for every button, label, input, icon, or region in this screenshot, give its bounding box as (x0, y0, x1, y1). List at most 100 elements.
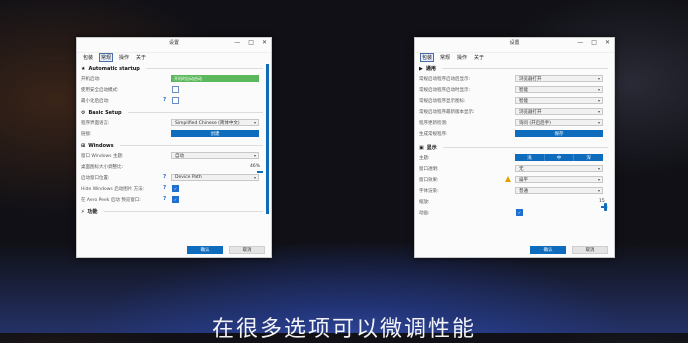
chevron-down-icon: ▾ (597, 109, 600, 114)
setting-row: 链接: 创建 (81, 128, 263, 139)
chevron-down-icon: ▾ (253, 120, 256, 125)
section-header: ★ Automatic startup (81, 64, 263, 73)
animation-checkbox[interactable] (516, 209, 523, 216)
theme-segmented-control[interactable]: 浅 中 深 (515, 154, 603, 161)
chevron-down-icon: ▾ (597, 98, 600, 103)
star-icon: ★ (81, 65, 86, 72)
title-bar: 设置 — □ ✕ (415, 38, 614, 53)
cancel-button[interactable]: 取消 (229, 246, 265, 254)
scrollbar[interactable] (266, 64, 269, 214)
dialog-footer: 确认 取消 (530, 246, 608, 254)
section-header: ⚡ 功能 (81, 207, 263, 216)
bolt-icon: ⚡ (81, 208, 85, 215)
ok-button[interactable]: 确认 (187, 246, 223, 254)
chevron-down-icon: ▾ (253, 153, 256, 158)
theme-select[interactable]: 自动 ▾ (171, 152, 259, 159)
help-icon[interactable]: ? (163, 185, 166, 191)
autostart-toggle[interactable]: 开机时自动启动 (171, 75, 259, 82)
warning-icon (505, 176, 511, 182)
segment-light[interactable]: 浅 (515, 154, 545, 161)
safe-mode-checkbox[interactable] (172, 86, 179, 93)
help-icon[interactable]: ? (163, 174, 166, 180)
setting-row: 生成常规程序: 保存 (419, 128, 608, 139)
help-icon[interactable]: ? (163, 97, 166, 103)
setting-row: 主题: 浅 中 深 (419, 152, 608, 163)
segment-medium[interactable]: 中 (545, 154, 575, 161)
menu-bar: 包装 常规 操作 关于 (415, 53, 614, 62)
settings-content: ★ Automatic startup 开机启动: 开机时自动启动 使用安全启动模… (81, 64, 263, 239)
aero-peek-checkbox[interactable] (172, 196, 179, 203)
icon-display-select[interactable]: 智能 ▾ (515, 97, 603, 104)
minimized-start-checkbox[interactable] (172, 97, 179, 104)
language-select[interactable]: Simplified Chinese (简体中文) ▾ (171, 119, 259, 126)
dialog-footer: 确认 取消 (187, 246, 265, 254)
slider-value: 46% (250, 164, 261, 169)
chevron-down-icon: ▾ (597, 166, 600, 171)
minimize-icon[interactable]: — (577, 39, 583, 46)
section-header: ▶ 通用 (419, 64, 608, 73)
window-controls: — □ ✕ (234, 39, 267, 46)
transparency-select[interactable]: 无 ▾ (515, 165, 603, 172)
setting-row: 启动窗口位置: ? Device Path ▾ (81, 172, 263, 183)
tab-about[interactable]: 关于 (135, 54, 147, 61)
section-header: ⊞ Windows (81, 141, 263, 150)
close-icon[interactable]: ✕ (262, 39, 267, 46)
on-launch-select[interactable]: 智能 ▾ (515, 86, 603, 93)
tab-general[interactable]: 常规 (439, 54, 451, 61)
cancel-button[interactable]: 取消 (572, 246, 608, 254)
tab-general[interactable]: 常规 (99, 53, 114, 62)
title-bar: 设置 — □ ✕ (77, 38, 271, 53)
section-header: ⚙ Basic Setup (81, 108, 263, 117)
setting-row: 开机启动: 开机时自动启动 (81, 73, 263, 84)
close-icon[interactable]: ✕ (605, 39, 610, 46)
setting-row: 在 Aero Peek 启动 预览窗口: ? (81, 194, 263, 205)
setting-row: 程序更新检测: 询问 (开启后手) ▾ (419, 117, 608, 128)
tab-package[interactable]: 包装 (82, 54, 94, 61)
help-icon[interactable]: ? (163, 196, 166, 202)
display-icon: ▣ (419, 144, 424, 151)
maximize-icon[interactable]: □ (591, 39, 597, 46)
chevron-down-icon: ▾ (597, 87, 600, 92)
tab-about[interactable]: 关于 (473, 54, 485, 61)
windows-icon: ⊞ (81, 142, 86, 149)
window-controls: — □ ✕ (577, 39, 610, 46)
setting-row: 字体渲染: 普通 ▾ (419, 185, 608, 196)
setting-row: 最小化后启动: ? (81, 95, 263, 106)
chevron-down-icon: ▾ (597, 177, 600, 182)
latest-version-select[interactable]: 浏览器打开 ▾ (515, 108, 603, 115)
setting-row: 常规启动程序最新版本显示: 浏览器打开 ▾ (419, 106, 608, 117)
chevron-down-icon: ▾ (253, 175, 256, 180)
setting-row: 桌面图标大小调整比: 46% (81, 161, 263, 173)
menu-bar: 包装 常规 操作 关于 (77, 53, 271, 62)
settings-window-left: 设置 — □ ✕ 包装 常规 操作 关于 ★ Automatic startup … (76, 37, 272, 258)
hide-startup-image-checkbox[interactable] (172, 185, 179, 192)
maximize-icon[interactable]: □ (248, 39, 254, 46)
ok-button[interactable]: 确认 (530, 246, 566, 254)
setting-row: 常规启动程序启动后显示: 浏览器打开 ▾ (419, 73, 608, 84)
setting-row: 使用安全启动模式: (81, 84, 263, 95)
tab-actions[interactable]: 操作 (456, 54, 468, 61)
chevron-down-icon: ▾ (597, 120, 600, 125)
setting-row: 窗口效果: 扁平 ▾ (419, 174, 608, 185)
setting-row: 常规启动程序显示图标: 智能 ▾ (419, 95, 608, 106)
setting-row: Hide Windows 启动图片 方法: ? (81, 183, 263, 194)
font-render-select[interactable]: 普通 ▾ (515, 187, 603, 194)
window-effect-select[interactable]: 扁平 ▾ (515, 176, 603, 183)
chevron-down-icon: ▾ (597, 188, 600, 193)
tab-package[interactable]: 包装 (420, 53, 435, 62)
save-button[interactable]: 保存 (515, 130, 603, 137)
minimize-icon[interactable]: — (234, 39, 240, 46)
gear-icon: ⚙ (81, 109, 86, 116)
settings-window-right: 设置 — □ ✕ 包装 常规 操作 关于 ▶ 通用 常规启动程序启动后显示: 浏览… (414, 37, 615, 258)
setting-row: 常规启动程序启动时显示: 智能 ▾ (419, 84, 608, 95)
section-header: ▣ 显示 (419, 143, 608, 152)
segment-dark[interactable]: 深 (574, 154, 603, 161)
chevron-down-icon: ▾ (597, 76, 600, 81)
window-position-select[interactable]: Device Path ▾ (171, 174, 259, 181)
tab-actions[interactable]: 操作 (118, 54, 130, 61)
create-link-button[interactable]: 创建 (171, 130, 259, 137)
after-launch-select[interactable]: 浏览器打开 ▾ (515, 75, 603, 82)
update-check-select[interactable]: 询问 (开启后手) ▾ (515, 119, 603, 126)
slider-value: 15 (599, 199, 605, 204)
setting-row: 动画: (419, 207, 608, 218)
